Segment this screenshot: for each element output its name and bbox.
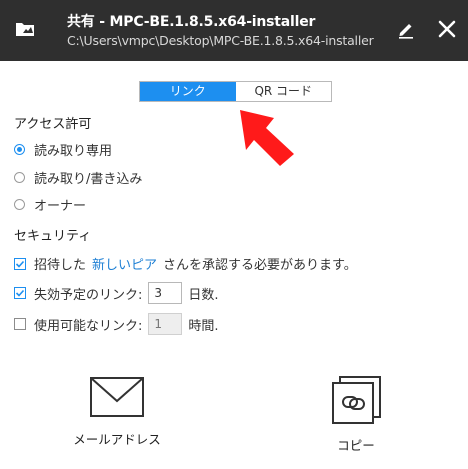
approve-checkbox[interactable]: [14, 257, 26, 270]
window-title: 共有 - MPC-BE.1.8.5.x64-installer: [67, 14, 316, 30]
radio-label: オーナー: [34, 199, 87, 214]
radio-button[interactable]: [14, 172, 25, 183]
expire-checkbox[interactable]: [14, 287, 26, 299]
approve-peer-option: 招待した 新しいピア さんを承認する必要があります。: [14, 254, 357, 273]
usable-option: 使用可能なリンク: 時間.: [14, 313, 219, 335]
radio-label: 読み取り/書き込み: [34, 172, 143, 187]
tab-qr-code[interactable]: QR コード: [235, 82, 331, 101]
radio-owner[interactable]: オーナー: [14, 195, 86, 214]
radio-label: 読み取り専用: [34, 144, 113, 159]
expire-option: 失効予定のリンク: 日数.: [14, 282, 219, 304]
envelope-icon: [90, 377, 144, 417]
usable-checkbox[interactable]: [14, 318, 26, 330]
email-label: メールアドレス: [73, 432, 161, 447]
email-button[interactable]: メールアドレス: [57, 375, 177, 448]
new-peer-link[interactable]: 新しいピア: [92, 254, 157, 273]
file-path: C:\Users\vmpc\Desktop\MPC-BE.1.8.5.x64-i…: [67, 33, 374, 48]
usable-suffix: 時間.: [188, 318, 219, 334]
copy-button[interactable]: コピー: [296, 375, 416, 454]
approve-prefix: 招待した: [34, 258, 87, 273]
share-mode-tabs: リンク QR コード: [139, 81, 332, 102]
copy-label: コピー: [337, 438, 375, 453]
copy-link-icon: [332, 376, 381, 424]
pencil-icon[interactable]: [395, 18, 417, 40]
red-arrow-icon: [240, 110, 294, 166]
security-heading: セキュリティ: [14, 229, 92, 244]
expire-prefix: 失効予定のリンク:: [34, 287, 143, 303]
radio-read-write[interactable]: 読み取り/書き込み: [14, 168, 142, 187]
access-heading: アクセス許可: [14, 117, 92, 132]
usable-prefix: 使用可能なリンク:: [34, 318, 143, 334]
title-bar: 共有 - MPC-BE.1.8.5.x64-installer C:\Users…: [0, 0, 468, 61]
expire-days-input[interactable]: [148, 282, 183, 304]
approve-suffix: さんを承認する必要があります。: [163, 258, 357, 273]
radio-button[interactable]: [14, 199, 25, 210]
folder-share-icon: [16, 23, 34, 36]
tab-link[interactable]: リンク: [140, 82, 236, 101]
radio-read-only[interactable]: 読み取り専用: [14, 140, 112, 159]
expire-suffix: 日数.: [188, 287, 219, 303]
usable-hours-input: [148, 313, 183, 335]
close-icon[interactable]: [436, 18, 458, 40]
radio-button[interactable]: [14, 144, 25, 155]
